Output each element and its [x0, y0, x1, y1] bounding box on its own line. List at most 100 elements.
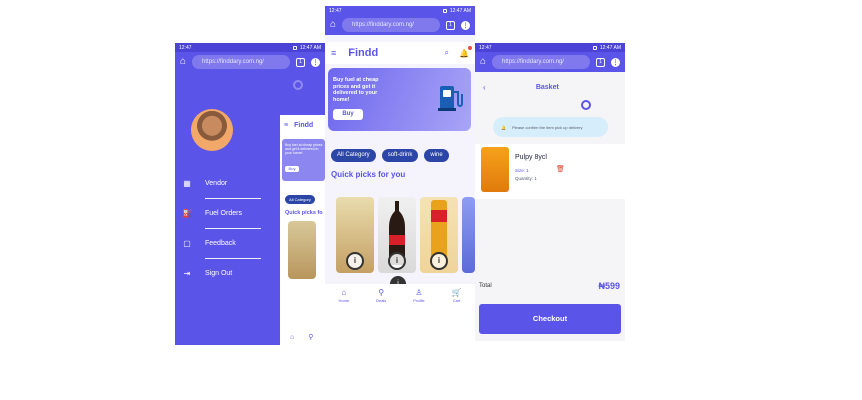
cart-icon: 🛒: [451, 288, 462, 297]
tabs-icon[interactable]: 1: [446, 20, 455, 30]
quick-picks-title: Quick picks fo: [285, 210, 323, 216]
category-chip[interactable]: All Category: [285, 195, 315, 204]
drawer-item-vendor[interactable]: ▦ Vendor: [183, 178, 228, 188]
info-icon[interactable]: i: [388, 252, 406, 270]
tabs-icon[interactable]: 1: [596, 57, 605, 67]
info-icon[interactable]: i: [346, 252, 364, 270]
buy-button[interactable]: Buy: [285, 166, 299, 172]
notice-text: Please confirm the item pick up delivery: [511, 124, 583, 130]
info-icon[interactable]: i: [430, 252, 448, 270]
item-size: Size: 1: [515, 168, 529, 173]
buy-button[interactable]: Buy: [333, 109, 363, 120]
total-label: Total: [479, 283, 492, 289]
home-screen-peek[interactable]: ≡ Findd Buy fuel at cheap prices and get…: [280, 115, 325, 345]
nav-deals[interactable]: ⚲ Deals: [376, 288, 387, 304]
nav-label: Profile: [413, 298, 425, 303]
drawer-item-sign-out[interactable]: ⇥ Sign Out: [183, 268, 233, 278]
divider: [205, 228, 261, 229]
trash-icon[interactable]: 🗑: [556, 165, 565, 173]
battery-icon: [442, 8, 447, 13]
drawer-item-label: Fuel Orders: [205, 209, 242, 217]
drawer-item-label: Feedback: [205, 239, 236, 247]
url-field[interactable]: https://finddary.com.ng/: [492, 55, 590, 69]
bell-icon[interactable]: 🔔: [459, 45, 472, 58]
browser-url-bar: ⌂ https://finddary.com.ng/ 1 ⋮: [325, 15, 475, 35]
grid-icon: ▦: [183, 178, 191, 188]
nav-home[interactable]: ⌂ Home: [338, 289, 350, 304]
divider: [205, 198, 261, 199]
url-field[interactable]: https://finddary.com.ng/: [342, 18, 440, 32]
bell-icon: 🔔: [501, 124, 506, 130]
category-chips: All Category soft-drink wine: [331, 149, 449, 162]
status-bar: 12:47 12:47 AM: [475, 43, 625, 52]
nav-cart[interactable]: 🛒 Cart: [451, 288, 462, 304]
category-chip[interactable]: soft-drink: [381, 149, 419, 162]
app-bar: ≡ Findd ⌕ 🔔: [325, 42, 475, 64]
bike-icon: ⚲: [378, 288, 385, 297]
loading-spinner: [581, 100, 591, 110]
category-chip[interactable]: All Category: [331, 149, 376, 162]
nav-label: Home: [338, 298, 350, 303]
browser-home-icon[interactable]: ⌂: [180, 57, 186, 67]
battery-icon: [292, 45, 297, 50]
product-card[interactable]: i: [378, 197, 416, 273]
page-title: Basket: [535, 83, 559, 91]
home-phone: 12:47 12:47 AM ⌂ https://finddary.com.ng…: [325, 6, 475, 308]
status-right: 12:47 AM: [299, 44, 321, 51]
app-title: Findd: [348, 47, 379, 59]
drawer-item-feedback[interactable]: ▢ Feedback: [183, 238, 236, 248]
browser-url-bar: ⌂ https://finddary.com.ng/ 1 ⋮: [475, 52, 625, 72]
home-icon[interactable]: ⌂: [290, 334, 294, 341]
basket-header: ‹ Basket: [475, 79, 625, 95]
item-name: Pulpy 8ycl: [515, 154, 547, 161]
status-bar: 12:47 12:47 AM: [325, 6, 475, 15]
product-image[interactable]: [288, 221, 316, 279]
bottom-nav: ⌂ ⚲: [280, 329, 325, 345]
status-time: 12:47: [329, 7, 342, 14]
banner-text: Buy fuel at cheap prices and get it deli…: [333, 77, 379, 103]
browser-url-bar: ⌂ https://finddary.com.ng/ 1 ⋮: [175, 52, 325, 72]
notification-badge: [468, 45, 472, 50]
tabs-icon[interactable]: 1: [296, 57, 305, 67]
battery-icon: [592, 45, 597, 50]
menu-dots-icon[interactable]: ⋮: [611, 57, 620, 67]
status-time: 12:47: [179, 44, 192, 51]
product-card[interactable]: [462, 197, 475, 273]
status-bar: 12:47 12:47 AM: [175, 43, 325, 52]
browser-home-icon[interactable]: ⌂: [330, 20, 336, 30]
product-image: [481, 147, 509, 192]
total-value: ₦599: [598, 281, 620, 291]
quick-picks-title: Quick picks for you: [331, 170, 406, 179]
nav-label: Deals: [376, 298, 387, 303]
nav-profile[interactable]: ♙ Profile: [413, 289, 425, 304]
app-title: Findd: [294, 121, 314, 129]
feedback-icon: ▢: [183, 238, 191, 248]
drawer-item-label: Sign Out: [205, 269, 233, 277]
category-chip[interactable]: wine: [424, 149, 449, 162]
status-time: 12:47: [479, 44, 492, 51]
menu-dots-icon[interactable]: ⋮: [461, 20, 470, 30]
drawer-item-label: Vendor: [205, 179, 228, 187]
item-quantity: Quantity: 1: [515, 176, 537, 181]
search-icon[interactable]: ⌕: [445, 48, 449, 58]
status-right: 12:47 AM: [599, 44, 621, 51]
url-field[interactable]: https://finddary.com.ng/: [192, 55, 290, 69]
banner-text: Buy fuel at cheap prices and get it deli…: [285, 143, 323, 155]
basket-item: Pulpy 8ycl Size: 1 Quantity: 1 🗑: [475, 144, 625, 199]
product-card[interactable]: i: [336, 197, 374, 273]
menu-icon[interactable]: ≡: [284, 122, 288, 129]
drawer-item-fuel-orders[interactable]: ⛽ Fuel Orders: [182, 208, 242, 218]
drawer-phone: 12:47 12:47 AM ⌂ https://finddary.com.ng…: [175, 43, 325, 345]
fuel-icon: ⛽: [182, 208, 192, 218]
divider: [205, 258, 261, 259]
avatar[interactable]: [191, 109, 233, 151]
menu-dots-icon[interactable]: ⋮: [311, 57, 320, 67]
promo-banner: Buy fuel at cheap prices and get it deli…: [328, 68, 471, 131]
browser-home-icon[interactable]: ⌂: [480, 57, 486, 67]
checkout-button[interactable]: Checkout: [479, 304, 621, 334]
bottom-nav: ⌂ Home ⚲ Deals ♙ Profile 🛒 Cart: [325, 284, 475, 308]
menu-icon[interactable]: ≡: [331, 48, 336, 58]
product-card[interactable]: i: [420, 197, 458, 273]
bike-icon[interactable]: ⚲: [308, 333, 313, 341]
sign-out-icon: ⇥: [183, 268, 191, 278]
